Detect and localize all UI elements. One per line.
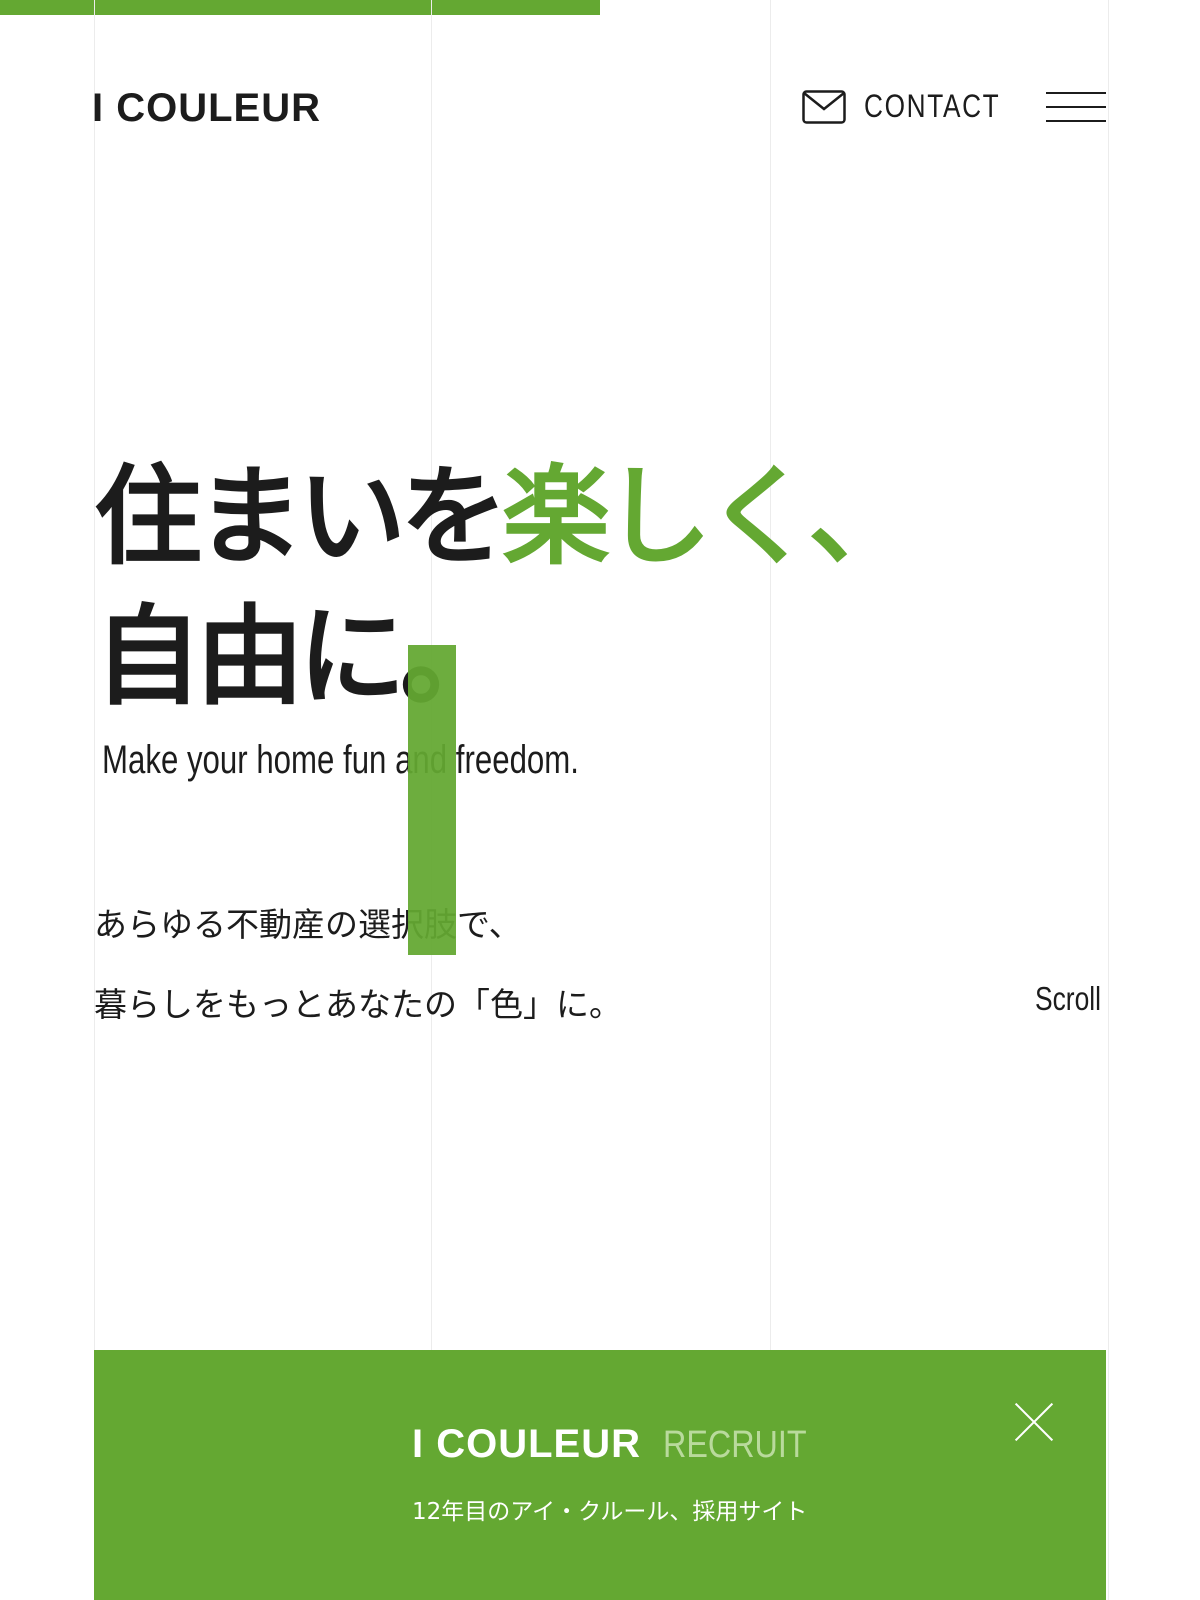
contact-label: CONTACT: [864, 88, 1001, 124]
hero-subtitle-en: Make your home fun and freedom.: [102, 738, 579, 782]
banner-brand: I COULEUR: [412, 1422, 641, 1466]
hero-headline: 住まいを楽しく、 自由に。: [94, 448, 916, 728]
site-logo[interactable]: I COULEUR: [92, 86, 321, 131]
scroll-indicator[interactable]: Scroll: [1035, 980, 1101, 1018]
hero-body-line2: 暮らしをもっとあなたの「色」に。: [94, 985, 622, 1024]
decorative-green-bar: [408, 645, 456, 955]
headline-dark-text: 住まいを: [94, 455, 508, 580]
headline-accent-text: 楽しく、: [502, 455, 916, 580]
mail-icon: [802, 89, 846, 124]
banner-recruit-label: RECRUIT: [663, 1424, 807, 1466]
recruit-banner[interactable]: I COULEUR RECRUIT 12年目のアイ・クルール、採用サイト: [94, 1350, 1106, 1600]
hero-body-line1: あらゆる不動産の選択肢で、: [94, 905, 522, 944]
banner-title: I COULEUR RECRUIT: [412, 1422, 832, 1467]
grid-line: [1108, 0, 1109, 1600]
banner-subtitle: 12年目のアイ・クルール、採用サイト: [412, 1499, 808, 1525]
close-icon[interactable]: [1014, 1402, 1054, 1442]
contact-link[interactable]: CONTACT: [802, 88, 1030, 125]
page-progress-bar: [0, 0, 600, 15]
hamburger-menu-icon[interactable]: [1046, 92, 1106, 124]
